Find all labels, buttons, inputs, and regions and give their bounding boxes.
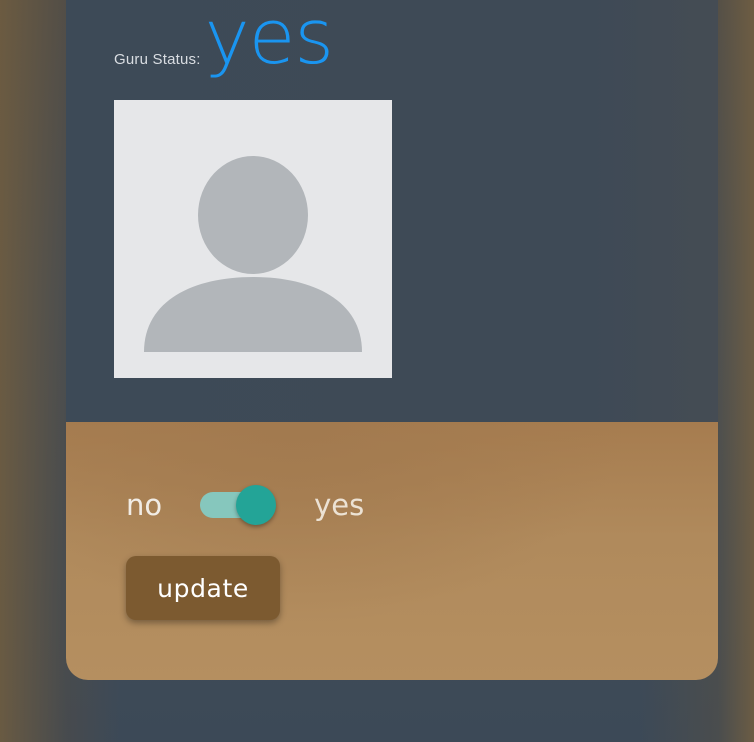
profile-card: Guru Status: yes no yes update <box>66 0 718 680</box>
guru-status-label: Guru Status: <box>114 51 201 68</box>
profile-card-header: Guru Status: yes <box>66 0 718 422</box>
toggle-off-label: no <box>126 488 163 522</box>
toggle-on-label: yes <box>314 488 365 522</box>
guru-status-switch[interactable] <box>200 485 280 525</box>
guru-status-toggle-row: no yes <box>126 482 364 528</box>
guru-status-value: yes <box>204 0 334 81</box>
guru-status-row: Guru Status: yes <box>114 0 334 81</box>
guru-status-form: no yes update <box>66 422 718 680</box>
default-user-avatar-icon <box>144 156 362 352</box>
switch-thumb[interactable] <box>236 485 277 525</box>
avatar <box>114 100 392 378</box>
update-button[interactable]: update <box>126 556 280 620</box>
